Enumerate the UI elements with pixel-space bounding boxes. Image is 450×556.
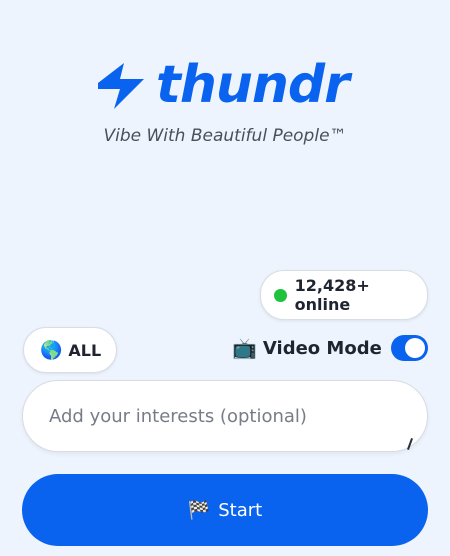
- region-label: ALL: [68, 340, 102, 360]
- tagline: Vibe With Beautiful People™: [103, 126, 347, 146]
- online-status-dot: [274, 288, 287, 302]
- globe-icon: 🌎: [40, 339, 63, 361]
- video-mode-control: 📺 Video Mode: [232, 330, 428, 366]
- toggle-knob: [405, 338, 425, 358]
- start-label: Start: [218, 499, 263, 521]
- video-mode-toggle[interactable]: [390, 335, 428, 361]
- video-mode-label: Video Mode: [262, 337, 382, 359]
- tv-icon: 📺: [232, 336, 257, 360]
- online-count-label: 12,428+ online: [294, 276, 370, 314]
- online-count-badge: 12,428+ online: [260, 270, 428, 320]
- brand-name: thundr: [156, 55, 350, 115]
- checkered-flag-icon: 🏁: [187, 499, 211, 521]
- brand-logo: thundr: [92, 54, 362, 116]
- lightning-bolt-icon: [98, 63, 144, 109]
- interests-input[interactable]: [22, 380, 428, 452]
- start-button[interactable]: 🏁 Start: [22, 474, 428, 546]
- region-selector-button[interactable]: 🌎 ALL: [23, 327, 117, 373]
